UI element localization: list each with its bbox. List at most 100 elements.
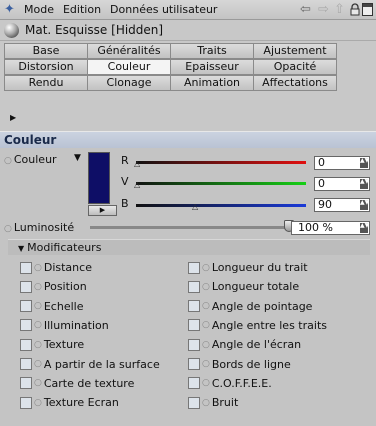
modifier-label: Longueur totale [211,280,300,294]
modifier-checkbox[interactable] [20,261,32,274]
channel-label-v: V [121,175,129,188]
modifier-checkbox[interactable] [20,300,32,313]
slider-thumb-v[interactable]: △ [134,180,140,189]
material-title-bar: Mat. Esquisse [Hidden] [0,20,376,41]
tab-epaisseur[interactable]: Epaisseur [170,59,254,75]
modifier-item[interactable]: ○ A partir de la surface [20,358,160,371]
up-arrow-icon[interactable]: ⇧ [334,2,345,17]
param-dot-icon: ○ [34,281,42,292]
material-title: Mat. Esquisse [Hidden] [25,23,164,37]
param-dot-icon: ○ [4,156,12,166]
modifier-checkbox[interactable] [188,396,200,409]
slider-thumb-b[interactable]: △ [192,202,198,211]
tab-clonage[interactable]: Clonage [87,75,171,91]
modifier-label: Echelle [43,299,84,313]
modifier-checkbox[interactable] [188,358,200,370]
tab-couleur[interactable]: Couleur [87,59,171,75]
slider-v[interactable] [136,182,306,185]
tab-base[interactable]: Base [4,43,88,59]
luminosite-field[interactable]: 100 % ▲▼ [291,221,370,235]
stepper-icon[interactable]: ▲▼ [360,158,369,168]
tab-opacite[interactable]: Opacité [253,59,337,75]
modifier-label: Texture [43,338,85,352]
slider-thumb-r[interactable]: △ [134,159,140,168]
section-header-couleur: Couleur [0,131,376,148]
tab-affectations[interactable]: Affectations [253,75,337,91]
modifier-item[interactable]: ○ Longueur du trait [188,261,308,274]
channel-label-b: B [121,197,129,210]
forward-arrow-icon[interactable]: ⇨ [318,2,329,17]
modifier-item[interactable]: ○ Bords de ligne [188,358,291,371]
modifier-checkbox[interactable] [20,396,32,409]
value-field-v[interactable]: 0 ▲▼ [314,177,370,191]
param-dot-icon: ○ [34,359,42,369]
param-dot-icon: ○ [34,320,42,331]
window-icon[interactable] [362,3,373,16]
stepper-icon[interactable]: ▲▼ [360,200,369,210]
param-dot-icon: ○ [202,281,210,292]
modifier-item[interactable]: ○ Angle de l'écran [188,338,301,351]
modifier-checkbox[interactable] [188,377,200,390]
tab-generalites[interactable]: Généralités [87,43,171,59]
modifier-checkbox[interactable] [20,377,32,390]
modifier-item[interactable]: ○ Echelle [20,300,83,313]
modifier-checkbox[interactable] [20,319,32,332]
tab-grid: Base Généralités Traits Ajustement Disto… [4,43,340,91]
param-dot-icon: ○ [34,339,42,350]
param-dot-icon: ○ [34,397,42,408]
param-dot-icon: ○ [202,320,210,331]
modifier-checkbox[interactable] [188,319,200,332]
modifier-checkbox[interactable] [20,280,32,293]
slider-b[interactable] [136,204,306,207]
color-label-wrapper: ○ Couleur [4,153,57,166]
expand-arrow-icon[interactable]: ▶ [10,113,16,122]
modifier-checkbox[interactable] [188,338,200,351]
value-field-r[interactable]: 0 ▲▼ [314,156,370,170]
modifier-label: Position [43,280,87,294]
menu-edition[interactable]: Edition [63,3,101,16]
modificateurs-title: Modificateurs [27,241,102,254]
color-dropdown-icon[interactable]: ▼ [74,153,81,163]
stepper-icon[interactable]: ▲▼ [360,223,369,233]
modifier-checkbox[interactable] [188,261,200,274]
tab-ajustement[interactable]: Ajustement [253,43,337,59]
menu-mode[interactable]: Mode [24,3,54,16]
modifier-checkbox[interactable] [188,280,200,293]
value-b: 90 [318,198,332,211]
value-v: 0 [318,177,325,190]
tab-animation[interactable]: Animation [170,75,254,91]
param-dot-icon: ○ [34,378,42,389]
modifier-item[interactable]: ○ Carte de texture [20,377,134,390]
modifier-item[interactable]: ○ Longueur totale [188,280,299,293]
modifier-label: Bruit [211,396,239,410]
modifier-item[interactable]: ○ Illumination [20,319,109,332]
modifier-item[interactable]: ○ Angle de pointage [188,300,312,313]
modifier-item[interactable]: ○ Distance [20,261,92,274]
modifier-item[interactable]: ○ Bruit [188,396,238,409]
color-picker-button[interactable]: ▶ [88,205,117,216]
modifier-item[interactable]: ○ Texture Ecran [20,396,119,409]
tab-traits[interactable]: Traits [170,43,254,59]
tab-distorsion[interactable]: Distorsion [4,59,88,75]
modifier-label: Angle de l'écran [211,338,302,352]
slider-r[interactable] [136,161,306,164]
tab-rendu[interactable]: Rendu [4,75,88,91]
modifier-item[interactable]: ○ C.O.F.F.E.E. [188,377,272,390]
param-dot-icon: ○ [202,359,210,369]
modifier-checkbox[interactable] [188,300,200,313]
modifier-item[interactable]: ○ Angle entre les traits [188,319,327,332]
modifier-item[interactable]: ○ Position [20,280,87,293]
modifier-label: Longueur du trait [211,261,308,274]
luminosite-slider[interactable] [90,226,290,229]
modifier-checkbox[interactable] [20,338,32,351]
modificateurs-header[interactable]: ▼ Modificateurs [8,239,370,255]
stepper-icon[interactable]: ▲▼ [360,179,369,189]
modifier-label: Illumination [43,318,109,332]
color-swatch[interactable] [88,152,110,204]
back-arrow-icon[interactable]: ⇦ [300,2,311,17]
menu-donnees-utilisateur[interactable]: Données utilisateur [110,3,217,16]
lock-icon[interactable] [350,3,360,16]
modifier-item[interactable]: ○ Texture [20,338,84,351]
value-field-b[interactable]: 90 ▲▼ [314,198,370,212]
modifier-checkbox[interactable] [20,358,32,370]
